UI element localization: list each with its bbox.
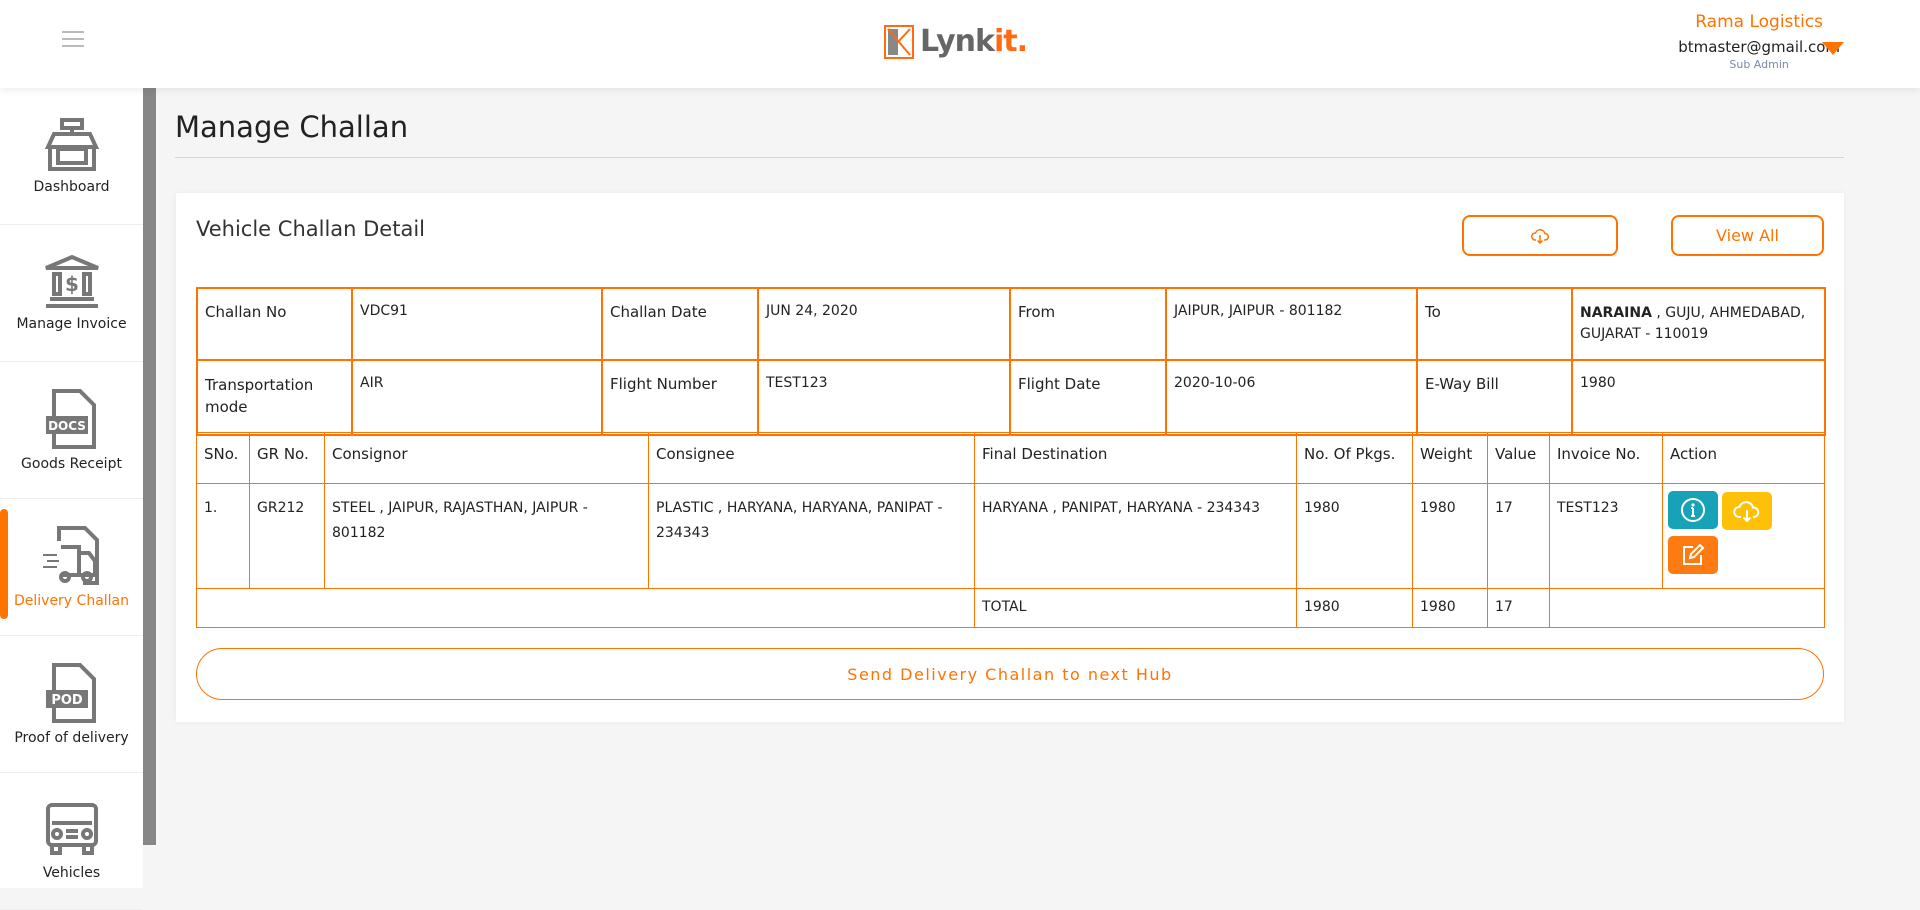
title-divider — [175, 157, 1844, 158]
main-content: Manage Challan Vehicle Challan Detail Vi… — [175, 88, 1844, 722]
challan-info-table: Challan No VDC91 Challan Date JUN 24, 20… — [196, 287, 1826, 436]
sidebar-item-goods-receipt[interactable]: DOCS Goods Receipt — [0, 362, 143, 499]
table-row: 1. GR212 STEEL , JAIPUR, RAJASTHAN, JAIP… — [196, 483, 1825, 589]
table-header-row: SNo. GR No. Consignor Consignee Final De… — [196, 432, 1825, 484]
total-value: 17 — [1487, 588, 1550, 628]
label-transportation-mode: Transportation mode — [196, 359, 353, 436]
pod-file-icon: POD — [45, 663, 96, 723]
sidebar-label: Dashboard — [33, 179, 110, 195]
svg-text:$: $ — [65, 272, 79, 296]
card-title: Vehicle Challan Detail — [196, 217, 426, 241]
view-all-button[interactable]: View All — [1671, 215, 1824, 256]
brand-accent: it. — [993, 24, 1028, 59]
label-to: To — [1416, 287, 1573, 361]
col-consignor: Consignor — [324, 432, 649, 484]
docs-file-icon: DOCS — [45, 389, 96, 449]
value-from: JAIPUR, JAIPUR - 801182 — [1165, 287, 1418, 361]
items-table: SNo. GR No. Consignor Consignee Final De… — [196, 432, 1825, 628]
user-dropdown-caret-icon[interactable] — [1822, 42, 1844, 55]
send-challan-button[interactable]: Send Delivery Challan to next Hub — [196, 648, 1824, 700]
download-challan-button[interactable] — [1722, 492, 1772, 530]
sidebar-item-vehicles[interactable]: Vehicles — [0, 773, 143, 910]
value-eway-bill: 1980 — [1571, 359, 1826, 436]
cell-weight: 1980 — [1412, 483, 1488, 589]
total-weight: 1980 — [1412, 588, 1488, 628]
label-challan-no: Challan No — [196, 287, 353, 361]
value-transportation-mode: AIR — [351, 359, 603, 436]
col-consignee: Consignee — [648, 432, 975, 484]
delivery-truck-icon — [42, 526, 99, 585]
svg-text:POD: POD — [51, 693, 83, 708]
sidebar: Dashboard $ Manage Invoice DOCS Goods Re… — [0, 88, 143, 910]
sidebar-label: Manage Invoice — [16, 316, 127, 332]
info-button[interactable] — [1668, 491, 1718, 529]
label-eway-bill: E-Way Bill — [1416, 359, 1573, 436]
total-spacer — [196, 588, 975, 628]
info-row: Transportation mode AIR Flight Number TE… — [196, 359, 1826, 436]
total-pkgs: 1980 — [1296, 588, 1413, 628]
user-role: Sub Admin — [1729, 58, 1789, 71]
sidebar-label: Goods Receipt — [21, 456, 122, 472]
to-name: NARAINA — [1580, 305, 1652, 321]
download-button[interactable] — [1462, 215, 1618, 256]
sidebar-label: Proof of delivery — [14, 730, 129, 746]
col-gr-no: GR No. — [249, 432, 325, 484]
challan-detail-card: Vehicle Challan Detail View All Challan … — [176, 193, 1844, 722]
sidebar-item-proof-of-delivery[interactable]: POD Proof of delivery — [0, 636, 143, 773]
label-challan-date: Challan Date — [601, 287, 759, 361]
cell-value: 17 — [1487, 483, 1550, 589]
sidebar-label: Delivery Challan — [13, 593, 130, 609]
page-title: Manage Challan — [175, 110, 409, 144]
info-row: Challan No VDC91 Challan Date JUN 24, 20… — [196, 287, 1826, 361]
total-empty — [1549, 588, 1825, 628]
cloud-download-icon — [1733, 501, 1760, 523]
cell-actions — [1662, 483, 1825, 589]
value-to: NARAINA , GUJU, AHMEDABAD, GUJARAT - 110… — [1571, 287, 1826, 361]
col-sno: SNo. — [196, 432, 250, 484]
cell-sno: 1. — [196, 483, 250, 589]
sidebar-item-dashboard[interactable]: Dashboard — [0, 88, 143, 225]
cell-final-destination: HARYANA , PANIPAT, HARYANA - 234343 — [974, 483, 1297, 589]
vehicle-icon — [45, 803, 98, 855]
cloud-download-icon — [1531, 228, 1549, 244]
user-email: btmaster@gmail.com — [1678, 38, 1840, 56]
value-flight-date: 2020-10-06 — [1165, 359, 1418, 436]
svg-text:DOCS: DOCS — [48, 419, 86, 433]
brand-name: Lynk — [920, 24, 995, 59]
col-value: Value — [1487, 432, 1550, 484]
sidebar-item-manage-invoice[interactable]: $ Manage Invoice — [0, 225, 143, 362]
store-icon — [44, 118, 99, 171]
label-from: From — [1009, 287, 1167, 361]
value-challan-no: VDC91 — [351, 287, 603, 361]
lynkit-logo-icon — [884, 24, 914, 59]
cell-consignee: PLASTIC , HARYANA, HARYANA, PANIPAT - 23… — [648, 483, 975, 589]
company-name: Rama Logistics — [1695, 12, 1823, 32]
label-flight-date: Flight Date — [1009, 359, 1167, 436]
value-flight-number: TEST123 — [757, 359, 1011, 436]
label-flight-number: Flight Number — [601, 359, 759, 436]
col-invoice-no: Invoice No. — [1549, 432, 1663, 484]
col-weight: Weight — [1412, 432, 1488, 484]
cell-pkgs: 1980 — [1296, 483, 1413, 589]
sidebar-label: Vehicles — [42, 865, 101, 881]
info-icon — [1681, 498, 1705, 522]
edit-icon — [1683, 543, 1705, 565]
col-pkgs: No. Of Pkgs. — [1296, 432, 1413, 484]
col-final-destination: Final Destination — [974, 432, 1297, 484]
logo: Lynkit. — [884, 24, 1028, 59]
menu-toggle-icon[interactable] — [62, 31, 88, 49]
user-menu[interactable]: Rama Logistics btmaster@gmail.com Sub Ad… — [1678, 12, 1840, 71]
cell-consignor: STEEL , JAIPUR, RAJASTHAN, JAIPUR - 8011… — [324, 483, 649, 589]
value-challan-date: JUN 24, 2020 — [757, 287, 1011, 361]
total-row: TOTAL 1980 1980 17 — [196, 588, 1825, 628]
top-header: Lynkit. Rama Logistics btmaster@gmail.co… — [0, 0, 1920, 88]
col-action: Action — [1662, 432, 1825, 484]
cell-gr-no: GR212 — [249, 483, 325, 589]
sidebar-item-delivery-challan[interactable]: Delivery Challan — [0, 499, 143, 636]
edit-button[interactable] — [1668, 536, 1718, 574]
cell-invoice-no: TEST123 — [1549, 483, 1663, 589]
total-label: TOTAL — [974, 588, 1297, 628]
bank-icon: $ — [44, 254, 99, 308]
sidebar-scrollbar[interactable] — [143, 88, 156, 845]
